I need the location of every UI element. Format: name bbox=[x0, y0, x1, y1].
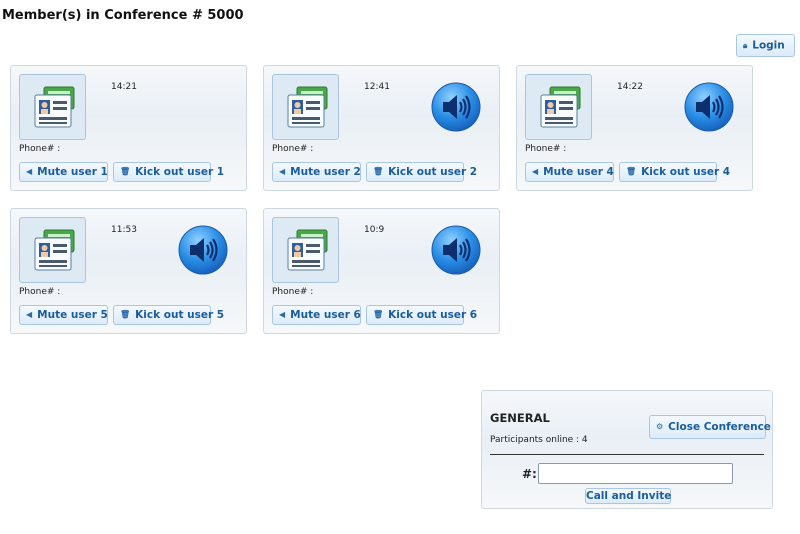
kick-user-button[interactable]: 🗑︎ Kick out user 2 bbox=[366, 162, 477, 182]
phone-label: Phone# : bbox=[272, 287, 314, 297]
gear-icon: ⚙︎ bbox=[656, 422, 664, 431]
join-time: 11:53 bbox=[111, 225, 137, 235]
kick-label: Kick out user 2 bbox=[388, 166, 478, 178]
kick-label: Kick out user 1 bbox=[135, 166, 225, 178]
left-triangle-icon: ◀ bbox=[279, 310, 286, 319]
join-time: 12:41 bbox=[364, 82, 390, 92]
mute-label: Mute user 4 bbox=[543, 166, 614, 178]
kick-user-button[interactable]: 🗑︎ Kick out user 1 bbox=[113, 162, 224, 182]
mute-user-button[interactable]: ◀ Mute user 1 bbox=[19, 162, 108, 182]
contact-card-icon bbox=[272, 217, 339, 283]
phone-label: Phone# : bbox=[525, 144, 567, 154]
kick-user-button[interactable]: 🗑︎ Kick out user 5 bbox=[113, 305, 224, 325]
invite-number-label: #: bbox=[522, 467, 537, 481]
participants-count: Participants online : 4 bbox=[490, 435, 588, 445]
member-card: 10:9 Phone# : ◀ Mute user 6 🗑︎ Kick out us… bbox=[263, 208, 500, 334]
close-conference-label: Close Conference bbox=[668, 421, 771, 433]
mute-label: Mute user 2 bbox=[290, 166, 361, 178]
login-label: Login bbox=[752, 39, 785, 52]
member-card: 12:41 Phone# : ◀ Mute user 2 🗑︎ Kick out u… bbox=[263, 65, 500, 191]
invite-number-input[interactable] bbox=[538, 463, 733, 484]
left-triangle-icon: ◀ bbox=[26, 310, 33, 319]
call-and-invite-button[interactable]: Call and Invite bbox=[585, 488, 671, 504]
contact-card-icon bbox=[525, 74, 592, 140]
trash-icon: 🗑︎ bbox=[120, 167, 131, 176]
contact-card-icon bbox=[19, 74, 86, 140]
phone-label: Phone# : bbox=[19, 287, 61, 297]
general-panel: GENERAL Participants online : 4 ⚙︎ Close … bbox=[481, 390, 773, 509]
speaker-icon[interactable] bbox=[684, 82, 734, 132]
mute-user-button[interactable]: ◀ Mute user 2 bbox=[272, 162, 361, 182]
join-time: 14:21 bbox=[111, 82, 137, 92]
phone-label: Phone# : bbox=[272, 144, 314, 154]
divider bbox=[490, 454, 764, 455]
mute-user-button[interactable]: ◀ Mute user 6 bbox=[272, 305, 361, 325]
mute-label: Mute user 6 bbox=[290, 309, 361, 321]
general-title: GENERAL bbox=[490, 411, 550, 425]
mute-user-button[interactable]: ◀ Mute user 5 bbox=[19, 305, 108, 325]
left-triangle-icon: ◀ bbox=[279, 167, 286, 176]
phone-label: Phone# : bbox=[19, 144, 61, 154]
join-time: 10:9 bbox=[364, 225, 385, 235]
speaker-icon[interactable] bbox=[431, 82, 481, 132]
mute-user-button[interactable]: ◀ Mute user 4 bbox=[525, 162, 614, 182]
mute-label: Mute user 5 bbox=[37, 309, 108, 321]
kick-user-button[interactable]: 🗑︎ Kick out user 4 bbox=[619, 162, 730, 182]
kick-user-button[interactable]: 🗑︎ Kick out user 6 bbox=[366, 305, 477, 325]
left-triangle-icon: ◀ bbox=[26, 167, 33, 176]
mute-label: Mute user 1 bbox=[37, 166, 108, 178]
lock-icon: 🔒︎ bbox=[743, 41, 748, 50]
left-triangle-icon: ◀ bbox=[532, 167, 539, 176]
trash-icon: 🗑︎ bbox=[373, 167, 384, 176]
contact-card-icon bbox=[19, 217, 86, 283]
trash-icon: 🗑︎ bbox=[373, 310, 384, 319]
close-conference-button[interactable]: ⚙︎ Close Conference bbox=[649, 415, 771, 439]
login-button[interactable]: 🔒︎ Login bbox=[736, 34, 795, 57]
kick-label: Kick out user 4 bbox=[641, 166, 731, 178]
kick-label: Kick out user 5 bbox=[135, 309, 225, 321]
page-title: Member(s) in Conference # 5000 bbox=[2, 8, 244, 23]
member-card: 14:21 Phone# : ◀ Mute user 1 🗑︎ Kick out u… bbox=[10, 65, 247, 191]
kick-label: Kick out user 6 bbox=[388, 309, 478, 321]
speaker-icon[interactable] bbox=[178, 225, 228, 275]
trash-icon: 🗑︎ bbox=[120, 310, 131, 319]
member-card: 14:22 Phone# : ◀ Mute user 4 🗑︎ Kick out u… bbox=[516, 65, 753, 191]
join-time: 14:22 bbox=[617, 82, 643, 92]
trash-icon: 🗑︎ bbox=[626, 167, 637, 176]
contact-card-icon bbox=[272, 74, 339, 140]
speaker-icon[interactable] bbox=[431, 225, 481, 275]
member-card: 11:53 Phone# : ◀ Mute user 5 🗑︎ Kick out u… bbox=[10, 208, 247, 334]
